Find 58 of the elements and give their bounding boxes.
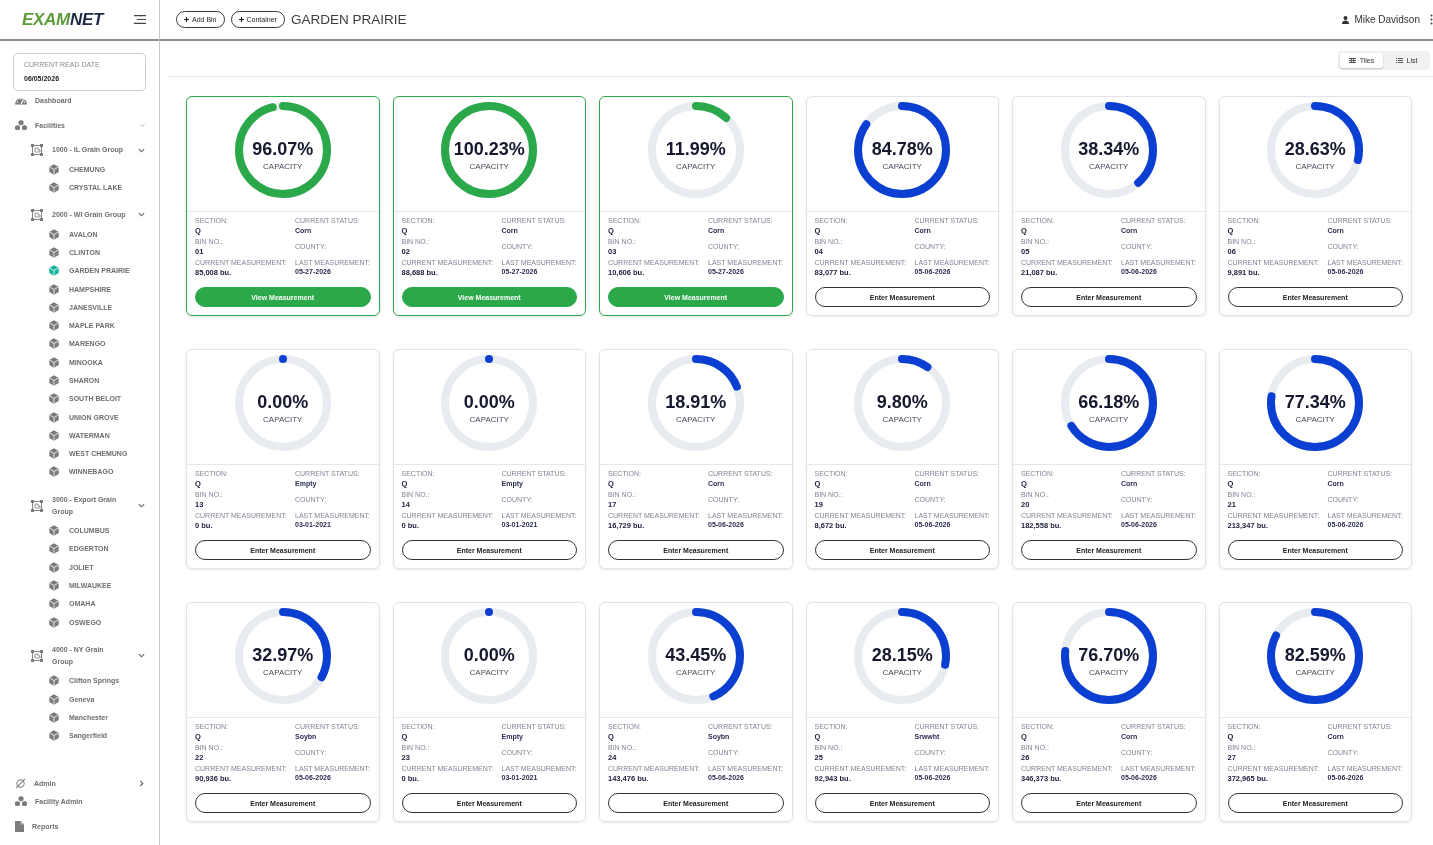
- capacity-percent: 28.63%: [1284, 139, 1346, 159]
- chevron-down-icon[interactable]: [138, 652, 145, 660]
- capacity-label: CAPACITY: [882, 415, 922, 425]
- capacity-label: CAPACITY: [882, 162, 922, 172]
- chevron-down-icon[interactable]: [138, 502, 145, 510]
- capacity-percent: 84.78%: [871, 139, 933, 159]
- user-name[interactable]: Mike Davidson: [1354, 14, 1420, 25]
- capacity-percent: 32.97%: [252, 645, 314, 665]
- cubes-icon: [15, 795, 27, 807]
- capacity-percent: 38.34%: [1078, 139, 1140, 159]
- page-title: GARDEN PRAIRIE: [290, 11, 407, 28]
- user-icon: [1342, 15, 1350, 24]
- document-icon: [15, 820, 24, 832]
- frame-icon: [31, 144, 43, 156]
- capacity-label: CAPACITY: [263, 668, 303, 678]
- plus-icon: [184, 17, 189, 22]
- capacity-label: CAPACITY: [676, 668, 716, 678]
- frame-icon: [31, 209, 43, 221]
- capacity-percent: 9.80%: [876, 392, 928, 412]
- capacity-percent: 18.91%: [665, 392, 727, 412]
- capacity-percent: 66.18%: [1078, 392, 1140, 412]
- capacity-label: CAPACITY: [1089, 415, 1129, 425]
- capacity-percent: 0.00%: [257, 392, 309, 412]
- capacity-label: CAPACITY: [1089, 162, 1129, 172]
- capacity-label: CAPACITY: [676, 415, 716, 425]
- capacity-label: CAPACITY: [1089, 668, 1129, 678]
- capacity-label: CAPACITY: [1295, 415, 1335, 425]
- capacity-label: CAPACITY: [263, 415, 303, 425]
- capacity-label: CAPACITY: [469, 668, 509, 678]
- capacity-percent: 0.00%: [463, 645, 515, 665]
- capacity-percent: 76.70%: [1078, 645, 1140, 665]
- capacity-percent: 43.45%: [665, 645, 727, 665]
- capacity-percent: 11.99%: [665, 139, 726, 159]
- menu-icon[interactable]: [134, 15, 146, 24]
- list-icon: [1395, 58, 1403, 63]
- capacity-label: CAPACITY: [882, 668, 922, 678]
- capacity-percent: 28.15%: [871, 645, 933, 665]
- cubes-icon: [15, 119, 27, 131]
- capacity-percent: 82.59%: [1284, 645, 1346, 665]
- capacity-label: CAPACITY: [263, 162, 303, 172]
- circle-slash-icon: [15, 777, 26, 789]
- more-icon[interactable]: [1430, 14, 1433, 25]
- frame-icon: [31, 499, 43, 512]
- chevron-down-icon[interactable]: [138, 146, 145, 154]
- plus-icon: [238, 17, 244, 22]
- capacity-label: CAPACITY: [469, 415, 509, 425]
- chevron-right-icon[interactable]: [138, 779, 145, 787]
- grid-icon: [1348, 58, 1356, 63]
- gauge-icon: [15, 95, 27, 105]
- capacity-percent: 0.00%: [463, 392, 515, 412]
- logo: EXAMNET: [22, 9, 104, 30]
- capacity-percent: 77.34%: [1284, 392, 1346, 412]
- capacity-label: CAPACITY: [1295, 668, 1335, 678]
- capacity-label: CAPACITY: [1295, 162, 1335, 172]
- capacity-percent: 96.07%: [252, 139, 314, 159]
- capacity-label: CAPACITY: [676, 162, 716, 172]
- chevron-down-icon[interactable]: [138, 211, 145, 219]
- frame-icon: [31, 649, 43, 662]
